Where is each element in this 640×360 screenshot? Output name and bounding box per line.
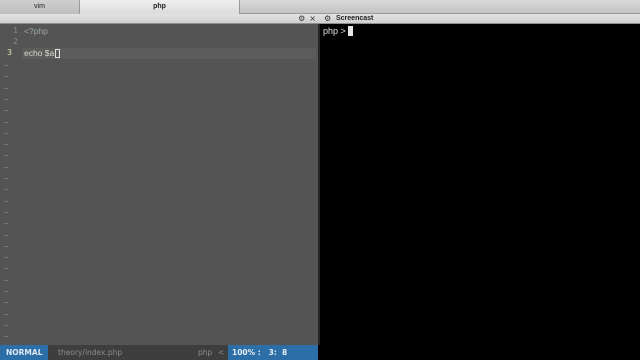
empty-line-tilde: ~ [4, 62, 9, 70]
empty-line-tilde: ~ [4, 208, 9, 217]
empty-line-tilde: ~ [4, 265, 9, 274]
cursor-position: 100% : 3: 8 [228, 345, 318, 360]
line-number: 1 [13, 26, 18, 35]
fileformat-separator: < [218, 348, 225, 357]
empty-line-tilde: ~ [4, 73, 9, 82]
line-number: 2 [13, 37, 18, 46]
code-line-current: echo $a [24, 48, 61, 58]
empty-line-tilde: ~ [4, 95, 9, 104]
empty-line-tilde: ~ [4, 129, 9, 138]
empty-line-tilde: ~ [4, 254, 9, 263]
status-line: NORMAL theory/index.php php < 100% : 3: … [0, 345, 318, 360]
mode-indicator: NORMAL [0, 345, 48, 360]
prompt-text: php > [323, 26, 349, 36]
empty-line-tilde: ~ [4, 231, 9, 240]
empty-line-tilde: ~ [4, 197, 9, 206]
filetype: php [198, 348, 213, 357]
line-number-current: 3 [7, 48, 12, 57]
empty-line-tilde: ~ [4, 299, 9, 308]
editor-header-icons: ⚙ × [298, 14, 316, 24]
file-path: theory/index.php [58, 348, 123, 357]
text-cursor [55, 49, 61, 58]
empty-line-tilde: ~ [4, 84, 9, 93]
terminal[interactable]: php > [320, 24, 640, 360]
terminal-title: Screencast [336, 15, 374, 22]
empty-line-tilde: ~ [4, 276, 9, 285]
terminal-tab-bar [320, 0, 640, 14]
gear-icon[interactable]: ⚙ [298, 14, 305, 24]
close-icon[interactable]: × [309, 14, 316, 24]
tab-bar: vim php [0, 0, 320, 14]
empty-line-tilde: ~ [4, 321, 9, 330]
empty-line-tilde: ~ [4, 175, 9, 183]
empty-line-tilde: ~ [4, 288, 9, 296]
terminal-header: ⚙ Screencast [320, 14, 640, 24]
empty-line-tilde: ~ [4, 152, 9, 161]
cursor-line-highlight [22, 48, 316, 59]
empty-line-tilde: ~ [4, 333, 9, 342]
tab-php[interactable]: php [80, 0, 240, 14]
terminal-prompt: php > [323, 26, 354, 36]
tab-vim[interactable]: vim [0, 0, 80, 14]
empty-line-tilde: ~ [4, 141, 9, 150]
gear-icon[interactable]: ⚙ [324, 14, 331, 24]
empty-line-tilde: ~ [4, 118, 9, 127]
empty-line-tilde: ~ [4, 310, 9, 319]
empty-line-tilde: ~ [4, 220, 9, 229]
empty-line-tilde: ~ [4, 186, 9, 195]
terminal-cursor [348, 26, 354, 36]
empty-line-tilde: ~ [4, 163, 9, 172]
empty-line-tilde: ~ [4, 242, 9, 251]
empty-line-tilde: ~ [4, 107, 9, 116]
code-line: <?php [24, 26, 48, 36]
editor-pane-header: ⚙ × [0, 14, 320, 24]
line-number-gutter: 1 2 3 [0, 24, 22, 345]
vim-editor[interactable]: 1 2 3 <?php echo $a ~ ~ ~ ~ ~ ~ ~ ~ ~ ~ ~ ~ ~ ~ ~ ~ ~ ~ ~ ~… [0, 24, 320, 353]
code-text: echo $a [24, 48, 55, 58]
